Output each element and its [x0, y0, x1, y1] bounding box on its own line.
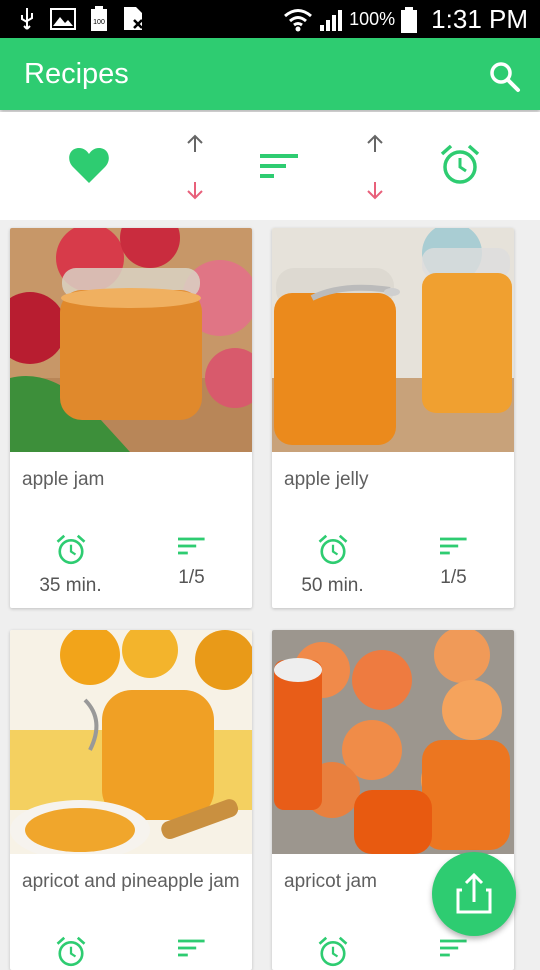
arrow-down-icon	[367, 182, 383, 200]
sort-descending-button-2[interactable]	[364, 180, 386, 205]
signal-icon	[320, 9, 343, 31]
alarm-clock-icon	[440, 144, 480, 184]
arrow-up-icon	[187, 134, 203, 152]
recipe-title: apple jam	[22, 469, 105, 490]
recipe-time: 35 min.	[10, 534, 131, 597]
sort-lines-icon	[439, 537, 467, 555]
sim-card-icon	[124, 7, 143, 30]
recipe-photo	[10, 228, 252, 452]
recipe-card-apple-jelly[interactable]: apple jelly 50 min. 1/5	[272, 228, 514, 608]
recipe-time	[272, 936, 393, 970]
sort-bar	[0, 112, 540, 220]
sort-lines-icon	[439, 939, 467, 957]
recipe-photo	[10, 630, 252, 854]
app-bar: Recipes	[0, 38, 540, 110]
battery-percent: 100%	[349, 9, 396, 29]
alarm-clock-icon	[56, 936, 85, 967]
recipe-difficulty	[131, 936, 252, 969]
search-icon	[490, 62, 520, 92]
recipe-photo	[272, 228, 514, 452]
sort-descending-button-1[interactable]	[184, 180, 206, 205]
page-title: Recipes	[24, 58, 129, 90]
recipe-difficulty-value: 1/5	[440, 567, 467, 588]
search-button[interactable]	[488, 60, 522, 94]
alarm-clock-icon	[318, 534, 347, 565]
recipe-time-value: 50 min.	[301, 575, 364, 596]
recipe-photo	[272, 630, 514, 854]
time-sort-button[interactable]	[440, 144, 480, 191]
recipe-card-apple-jam[interactable]: apple jam 35 min. 1/5	[10, 228, 252, 608]
recipe-difficulty: 1/5	[393, 534, 514, 589]
arrow-up-icon	[367, 134, 383, 152]
alarm-clock-icon	[56, 534, 85, 565]
recipe-card-apricot-pineapple-jam[interactable]: apricot and pineapple jam	[10, 630, 252, 970]
recipe-time	[10, 936, 131, 970]
recipe-time-value: 35 min.	[39, 575, 102, 596]
arrow-down-icon	[187, 182, 203, 200]
share-fab-button[interactable]	[432, 852, 516, 936]
wifi-icon	[284, 8, 313, 31]
recipe-difficulty-value: 1/5	[178, 567, 205, 588]
difficulty-sort-button[interactable]	[260, 152, 300, 185]
usb-icon	[21, 8, 33, 30]
recipe-difficulty: 1/5	[131, 534, 252, 589]
gallery-icon	[50, 8, 76, 30]
battery-100-icon: 100	[91, 6, 107, 31]
recipe-title: apricot and pineapple jam	[22, 871, 240, 892]
recipe-difficulty	[393, 936, 514, 969]
favorites-filter-button[interactable]	[68, 146, 110, 189]
sort-ascending-button-1[interactable]	[184, 134, 206, 159]
sort-lines-icon	[177, 939, 205, 957]
status-bar: 100 100% 1:31 PM	[0, 0, 540, 38]
clock: 1:31 PM	[431, 4, 528, 34]
share-icon	[456, 872, 492, 914]
svg-text:100: 100	[93, 19, 105, 26]
heart-icon	[69, 148, 109, 183]
sort-ascending-button-2[interactable]	[364, 134, 386, 159]
sort-lines-icon	[177, 537, 205, 555]
recipe-time: 50 min.	[272, 534, 393, 597]
alarm-clock-icon	[318, 936, 347, 967]
recipe-title: apple jelly	[284, 469, 369, 490]
battery-icon	[401, 6, 418, 33]
sort-lines-icon	[260, 154, 298, 178]
